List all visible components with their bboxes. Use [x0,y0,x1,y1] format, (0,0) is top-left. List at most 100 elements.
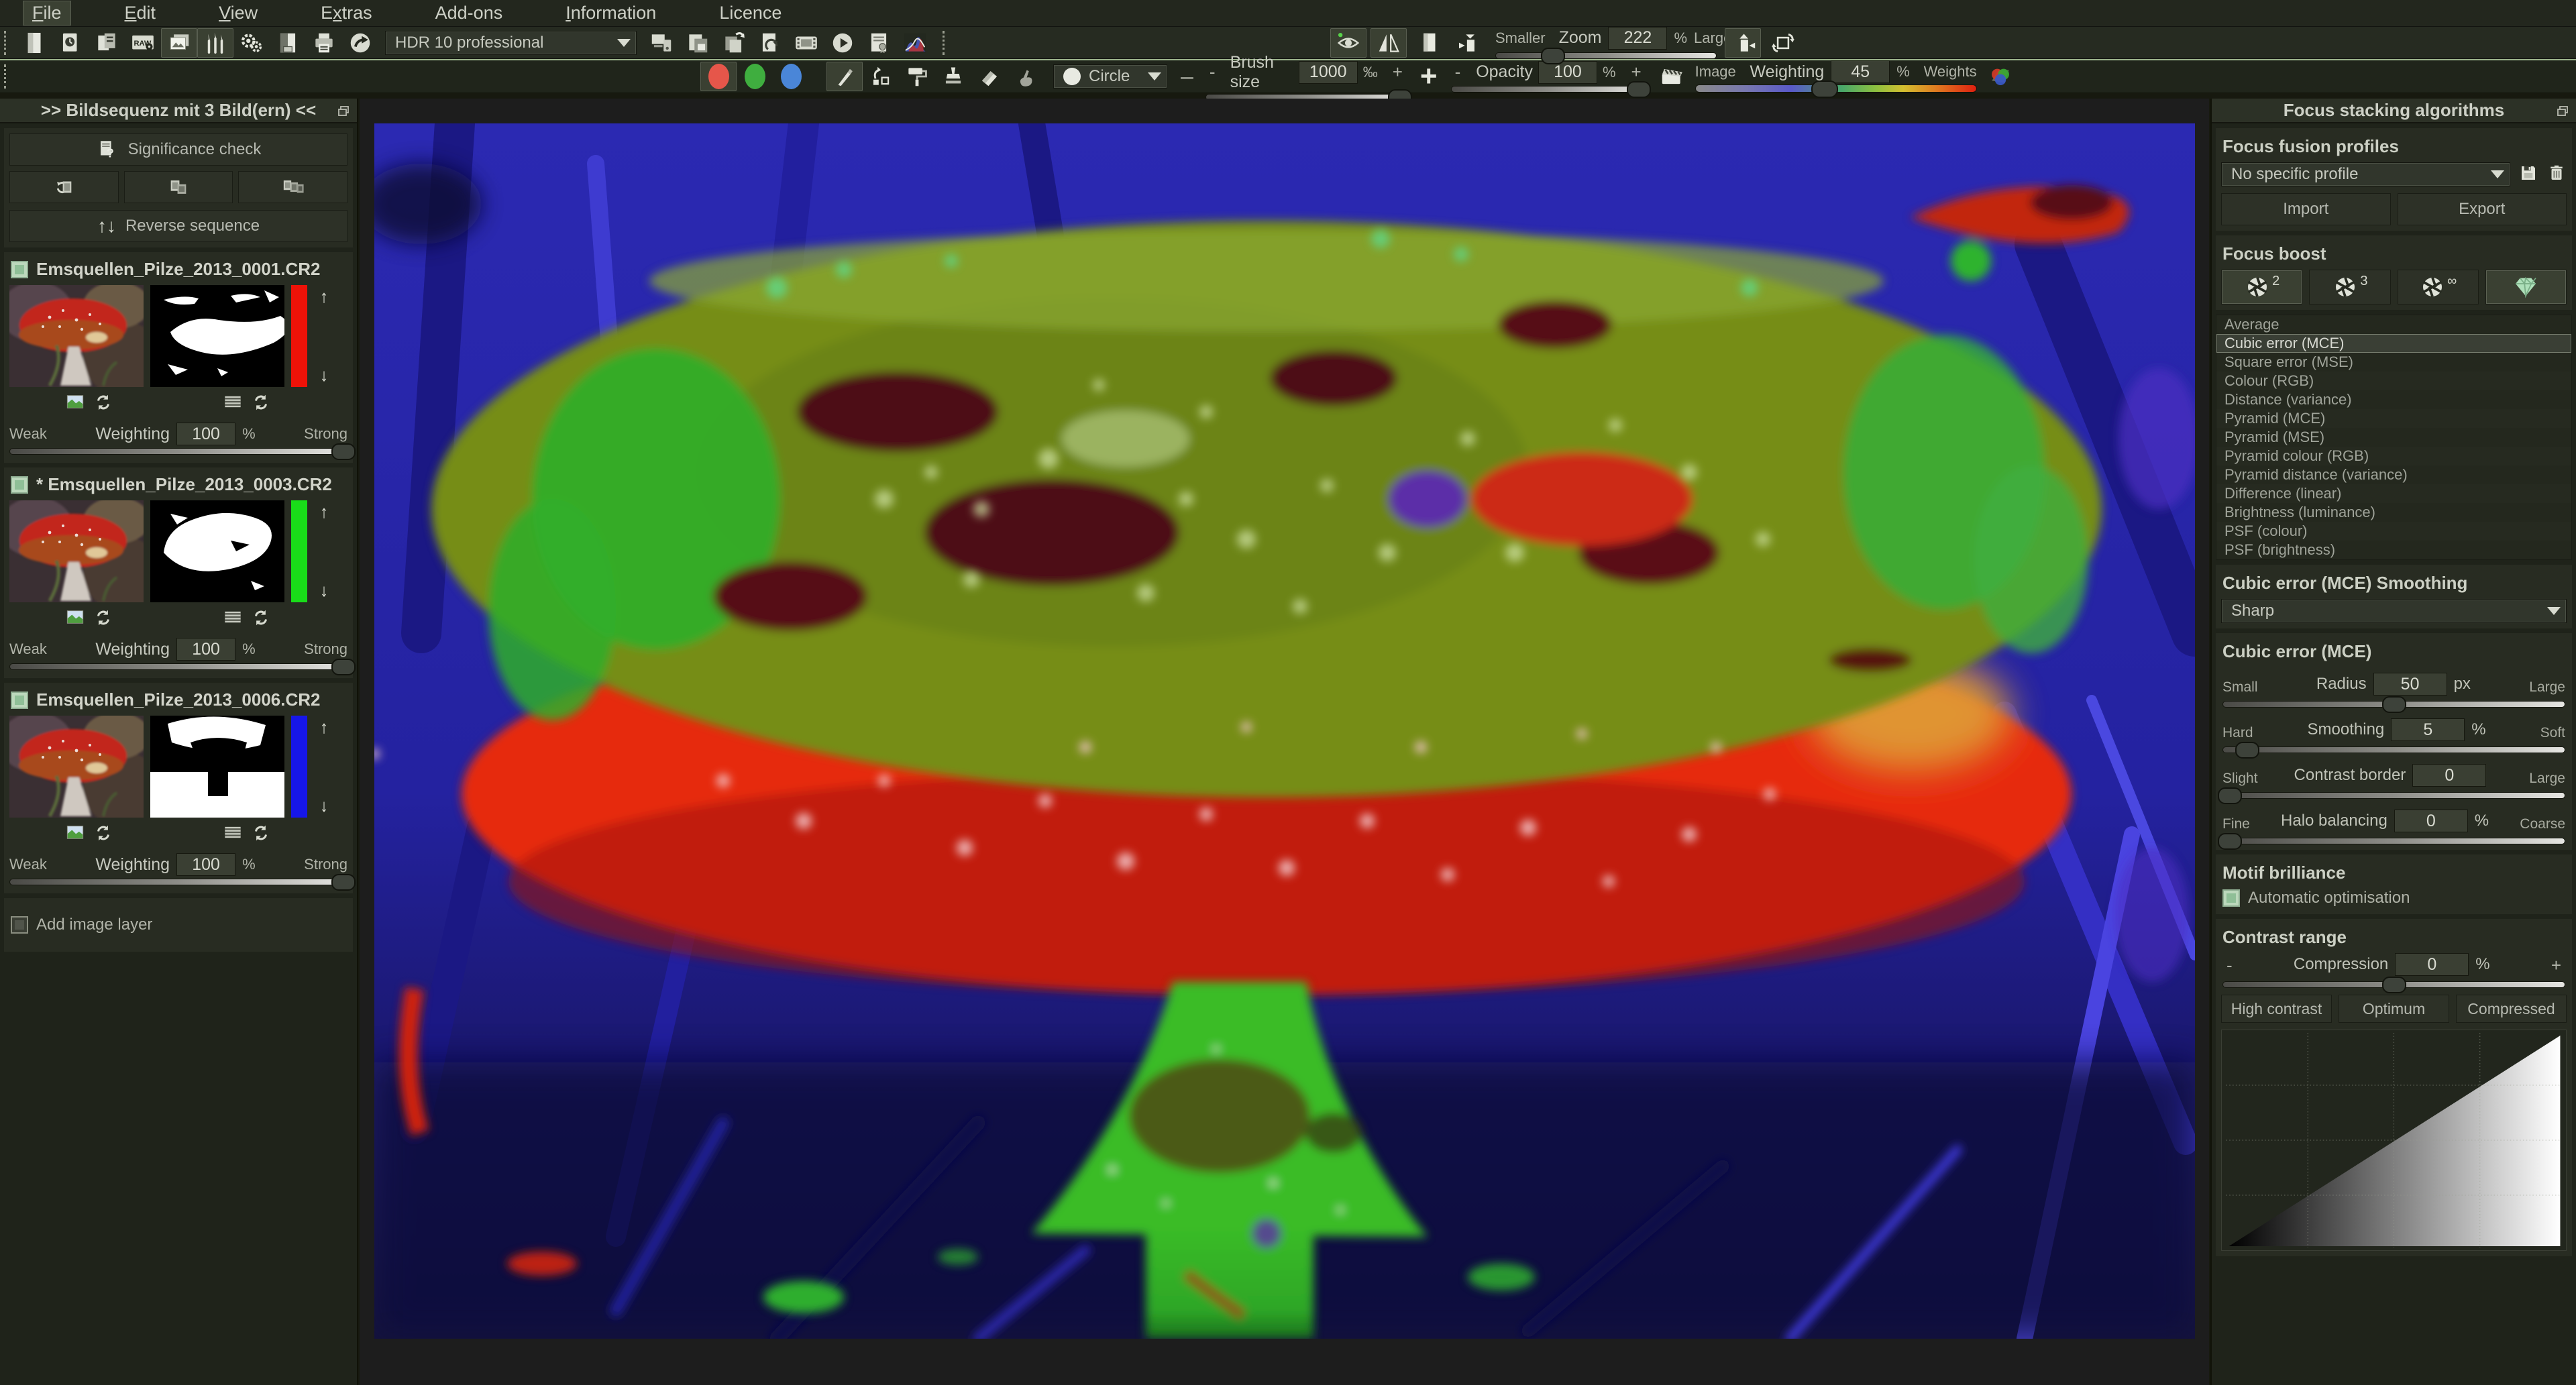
filmstrip-button[interactable] [788,28,824,58]
opacity-value[interactable]: 100 [1538,61,1597,84]
algorithm-item[interactable]: Pyramid (MSE) [2216,428,2571,447]
panel-detach-icon[interactable] [335,103,352,124]
algorithm-item[interactable]: Average [2216,315,2571,334]
algorithm-item[interactable]: Pyramid (MCE) [2216,409,2571,428]
mask-refresh-button[interactable] [251,392,271,416]
slider-value[interactable]: 0 [2412,764,2486,787]
blank-page-button[interactable] [1411,28,1447,58]
fusion-profile-select[interactable]: No specific profile [2221,162,2510,186]
algorithm-item[interactable]: Distance (variance) [2216,390,2571,409]
contrast-high-contrast-button[interactable]: High contrast [2221,995,2332,1023]
aperture-infinity-button[interactable]: ∞ [2398,270,2479,304]
clone-tool-button[interactable] [863,62,899,91]
slider-value[interactable]: 50 [2373,673,2447,696]
histogram-button[interactable] [897,28,933,58]
menu-information[interactable]: Information [556,1,665,25]
mce-smoothing-select[interactable]: Sharp [2221,599,2567,623]
zoom-slider-handle[interactable] [1541,48,1565,64]
compression-slider[interactable] [2222,981,2565,988]
diamond-boost-button[interactable] [2485,270,2567,304]
mask-view-button[interactable] [221,392,244,416]
certificate-button[interactable] [861,28,897,58]
layer-mask-thumbnail[interactable] [150,285,284,387]
settings-gears-button[interactable] [233,28,270,58]
algorithm-item[interactable]: PSF (brightness) [2216,541,2571,559]
layer-move-down-button[interactable]: ↓ [320,580,329,601]
panel-detach-icon[interactable] [2555,103,2571,124]
layer-weighting-slider[interactable] [9,879,347,885]
slider-handle[interactable] [2218,787,2242,804]
sequence-panel-header[interactable]: >> Bildsequenz mit 3 Bild(ern) << [0,99,357,123]
brush-tool-button[interactable] [826,62,863,91]
slider-handle[interactable] [2382,696,2406,713]
opacity-slider-handle[interactable] [1627,81,1651,98]
photo-view-button[interactable] [64,823,87,846]
slider-track[interactable] [2222,746,2565,753]
layer-weighting-value[interactable]: 100 [176,423,235,445]
raw-import-button[interactable]: RAW [125,28,161,58]
mask-refresh-button[interactable] [251,823,271,846]
mask-refresh-button[interactable] [251,608,271,631]
compression-minus[interactable]: - [2222,955,2237,976]
photo-refresh-button[interactable] [93,392,113,416]
stamp-tool-button[interactable] [935,62,971,91]
contrast-compressed-button[interactable]: Compressed [2456,995,2567,1023]
menu-extras[interactable]: Extras [311,1,382,25]
slider-track[interactable] [2222,792,2565,799]
slider-value[interactable]: 5 [2391,718,2465,741]
export-button[interactable]: Export [2398,193,2567,225]
compression-slider-handle[interactable] [2382,977,2406,993]
layer-move-up-button[interactable]: ↑ [320,717,329,738]
history-doc-button[interactable] [52,28,89,58]
green-mask-dot-button[interactable] [737,62,773,91]
weighting-slider[interactable] [1695,85,1977,93]
import-button[interactable]: Import [2221,193,2391,225]
slider-track[interactable] [2222,838,2565,844]
photo-refresh-button[interactable] [93,608,113,631]
weighting-slider-handle[interactable] [1811,80,1838,98]
stack-redo-button[interactable] [716,28,752,58]
image-gallery-button[interactable] [161,28,197,58]
layer-weighting-value[interactable]: 100 [176,638,235,661]
menu-add-ons[interactable]: Add-ons [426,1,513,25]
brush-size-value[interactable]: 1000 [1299,61,1358,84]
opacity-minus[interactable]: - [1451,62,1465,82]
slider-track[interactable] [2222,701,2565,708]
slider-handle[interactable] [2218,833,2242,850]
aperture-cubed-button[interactable]: 3 [2309,270,2390,304]
layer-weighting-handle[interactable] [331,659,356,675]
brushbar-drag-handle[interactable] [4,64,9,89]
play-preview-button[interactable] [824,28,861,58]
layer-visible-checkbox[interactable] [11,261,28,278]
view-two-images-button[interactable] [124,171,233,203]
brush-shape-select[interactable]: Circle [1053,64,1167,89]
algorithm-item[interactable]: Pyramid colour (RGB) [2216,447,2571,465]
layer-photo-thumbnail[interactable] [9,500,144,602]
share-export-button[interactable] [342,28,378,58]
roller-tool-button[interactable] [899,62,935,91]
automatic-optimisation-checkbox[interactable] [2222,889,2240,907]
eraser-tool-button[interactable] [971,62,1008,91]
layer-move-up-button[interactable]: ↑ [320,502,329,522]
layer-weighting-value[interactable]: 100 [176,853,235,876]
devices-dropdown-button[interactable] [643,28,680,58]
layer-mask-thumbnail[interactable] [150,716,284,818]
algorithm-item[interactable]: Brightness (luminance) [2216,503,2571,522]
toolbar-drag-handle[interactable] [4,31,9,55]
photo-view-button[interactable] [64,608,87,631]
zoom-slider[interactable] [1495,52,1717,59]
layer-move-down-button[interactable]: ↓ [320,795,329,816]
layer-photo-thumbnail[interactable] [9,716,144,818]
brush-tools-button[interactable] [197,28,233,58]
new-page-button[interactable] [16,28,52,58]
algorithm-item[interactable]: PSF (colour) [2216,522,2571,541]
layer-photo-thumbnail[interactable] [9,285,144,387]
algorithm-item[interactable]: Pyramid distance (variance) [2216,465,2571,484]
reverse-sequence-button[interactable]: ↑↓ Reverse sequence [9,210,347,242]
copy-image-stack-button[interactable] [680,28,716,58]
menu-view[interactable]: View [209,1,267,25]
layer-weighting-slider[interactable] [9,663,347,670]
add-image-layer-checkbox[interactable] [11,916,28,934]
layer-weighting-handle[interactable] [331,874,356,891]
zoom-value[interactable]: 222 [1608,27,1667,50]
